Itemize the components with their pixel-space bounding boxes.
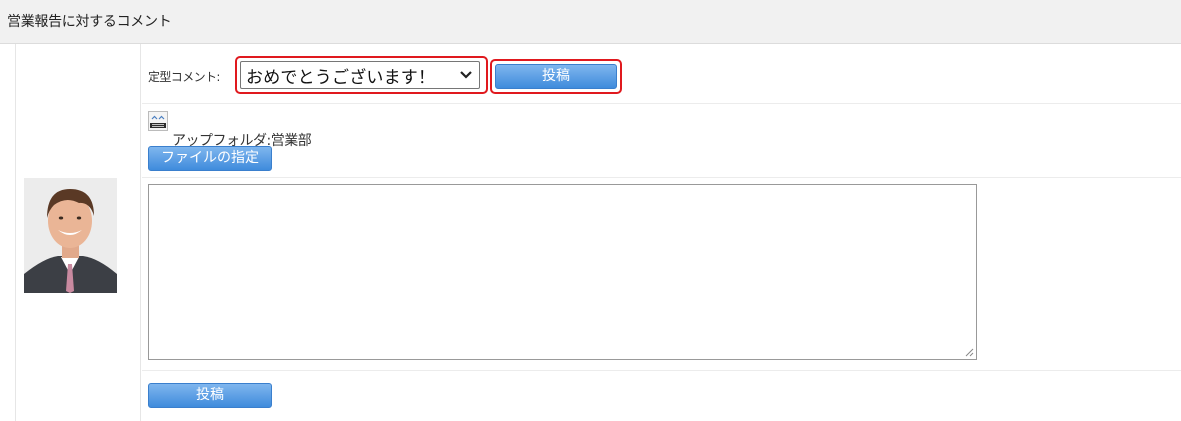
chevron-down-icon xyxy=(460,71,472,79)
template-comment-select[interactable]: おめでとうございます！ xyxy=(240,61,480,89)
section-title: 営業報告に対するコメント xyxy=(7,14,172,30)
template-comment-label: 定型コメント: xyxy=(148,70,220,84)
post-button-top[interactable]: 投稿 xyxy=(495,64,617,89)
resize-grip-icon[interactable] xyxy=(964,347,974,357)
file-select-button[interactable]: ファイルの指定 xyxy=(148,146,272,171)
avatar xyxy=(24,178,117,293)
template-comment-value: おめでとうございます！ xyxy=(246,67,436,88)
emoji-icon[interactable] xyxy=(148,111,168,131)
row-divider xyxy=(142,177,1181,178)
row-divider xyxy=(142,103,1181,104)
section-header: 営業報告に対するコメント xyxy=(0,0,1181,44)
row-divider xyxy=(142,370,1181,371)
comment-textarea[interactable] xyxy=(148,184,977,360)
post-button-bottom[interactable]: 投稿 xyxy=(148,383,272,408)
